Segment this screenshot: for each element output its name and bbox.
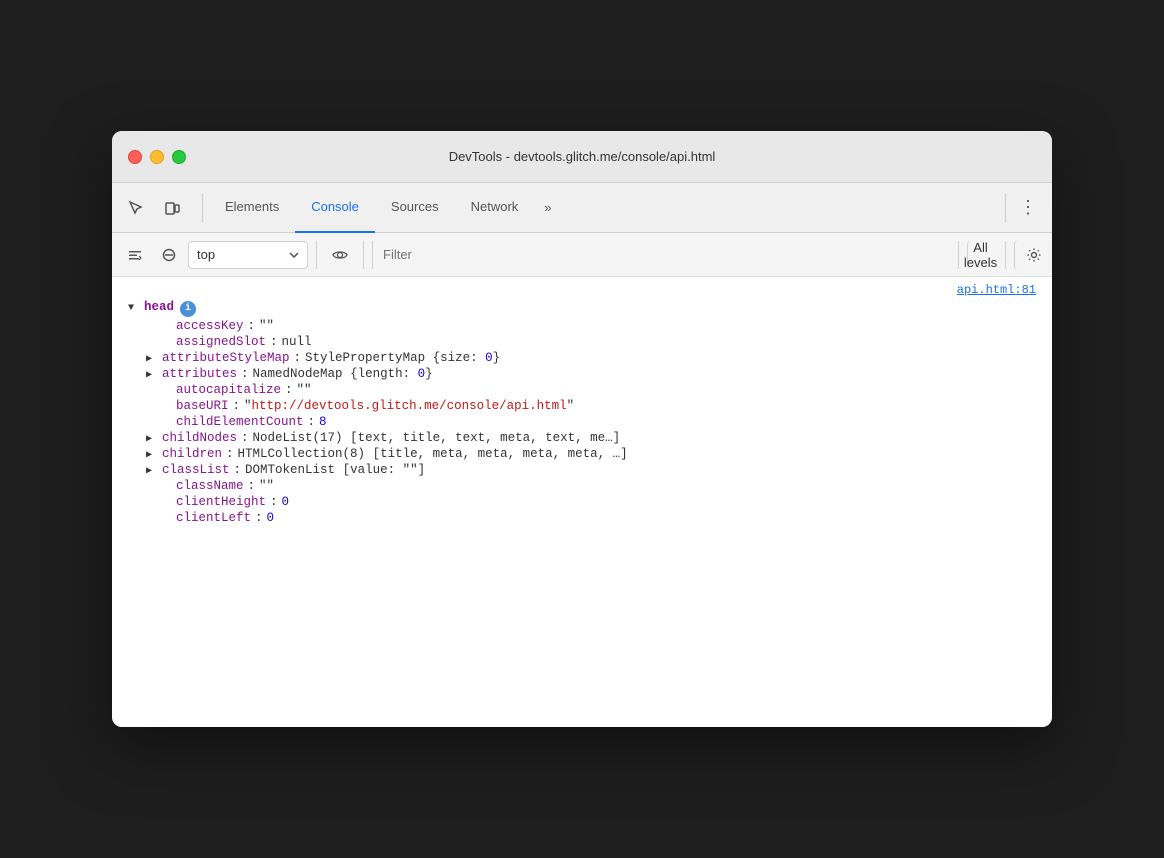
prop-key: autocapitalize	[176, 383, 281, 397]
close-button[interactable]	[128, 150, 142, 164]
eye-button[interactable]	[325, 240, 355, 270]
prop-value: 0	[282, 495, 290, 509]
prop-value: NodeList(17) [text, title, text, meta, t…	[253, 431, 621, 445]
console-toolbar: top All levels	[112, 233, 1052, 277]
prop-accessKey: accessKey : ""	[112, 318, 1052, 334]
prop-childNodes[interactable]: childNodes : NodeList(17) [text, title, …	[112, 430, 1052, 446]
prop-value: StylePropertyMap {size: 0}	[305, 351, 500, 365]
tab-more[interactable]: »	[534, 183, 561, 233]
prop-childElementCount: childElementCount : 8	[112, 414, 1052, 430]
prop-classList[interactable]: classList : DOMTokenList [value: ""]	[112, 462, 1052, 478]
prop-key: childElementCount	[176, 415, 304, 429]
devtools-tab-bar: Elements Console Sources Network » ⋮	[112, 183, 1052, 233]
prop-className: className : ""	[112, 478, 1052, 494]
prop-attributes[interactable]: attributes : NamedNodeMap {length: 0}	[112, 366, 1052, 382]
prop-value: HTMLCollection(8) [title, meta, meta, me…	[238, 447, 628, 461]
prop-key: className	[176, 479, 244, 493]
filter-separator4	[1005, 241, 1006, 269]
prop-key: attributeStyleMap	[162, 351, 290, 365]
prop-value: ""	[259, 479, 274, 493]
file-reference[interactable]: api.html:81	[112, 277, 1052, 299]
prop-key: classList	[162, 463, 230, 477]
minimize-button[interactable]	[150, 150, 164, 164]
prop-key: attributes	[162, 367, 237, 381]
head-object-header[interactable]: head i	[112, 299, 1052, 318]
prop-autocapitalize: autocapitalize : ""	[112, 382, 1052, 398]
head-key: head	[144, 300, 174, 314]
tab-separator	[202, 193, 203, 223]
context-value: top	[197, 247, 215, 262]
toolbar-icons	[120, 192, 188, 224]
prop-key: assignedSlot	[176, 335, 266, 349]
clear-console-button[interactable]	[120, 240, 150, 270]
prop-key: baseURI	[176, 399, 229, 413]
prop-value: ""	[259, 319, 274, 333]
expand-arrow-head[interactable]	[128, 303, 142, 314]
traffic-lights	[128, 150, 186, 164]
prop-value: null	[282, 335, 312, 349]
inspect-element-button[interactable]	[120, 192, 152, 224]
expand-arrow-attributeStyleMap[interactable]	[146, 353, 160, 365]
tab-console[interactable]: Console	[295, 183, 375, 233]
filter-input[interactable]	[372, 241, 950, 269]
filter-separator3	[958, 241, 959, 269]
prop-key: accessKey	[176, 319, 244, 333]
tab-sources[interactable]: Sources	[375, 183, 455, 233]
prop-key: clientHeight	[176, 495, 266, 509]
filter-separator2	[363, 241, 364, 269]
expand-arrow-children[interactable]	[146, 449, 160, 461]
prop-value: NamedNodeMap {length: 0}	[253, 367, 433, 381]
device-toolbar-button[interactable]	[156, 192, 188, 224]
expand-arrow-attributes[interactable]	[146, 369, 160, 381]
prop-value: 8	[319, 415, 327, 429]
right-separator	[1005, 193, 1006, 223]
baseURI-link[interactable]: http://devtools.glitch.me/console/api.ht…	[252, 399, 567, 413]
prop-value: ""	[297, 383, 312, 397]
context-selector[interactable]: top	[188, 241, 308, 269]
prop-children[interactable]: children : HTMLCollection(8) [title, met…	[112, 446, 1052, 462]
tabs-right: ⋮	[999, 192, 1044, 224]
prop-clientHeight: clientHeight : 0	[112, 494, 1052, 510]
prop-key: children	[162, 447, 222, 461]
expand-arrow-childNodes[interactable]	[146, 433, 160, 445]
prop-value: "http://devtools.glitch.me/console/api.h…	[244, 399, 574, 413]
prop-value: 0	[267, 511, 275, 525]
tab-elements[interactable]: Elements	[209, 183, 295, 233]
expand-arrow-classList[interactable]	[146, 465, 160, 477]
prop-baseURI: baseURI : "http://devtools.glitch.me/con…	[112, 398, 1052, 414]
tab-network[interactable]: Network	[455, 183, 535, 233]
prop-key: childNodes	[162, 431, 237, 445]
maximize-button[interactable]	[172, 150, 186, 164]
settings-button[interactable]	[1014, 240, 1044, 270]
levels-label: All levels	[964, 240, 997, 270]
console-output: api.html:81 head i accessKey : "" assign…	[112, 277, 1052, 727]
tabs-list: Elements Console Sources Network »	[209, 183, 999, 233]
title-bar: DevTools - devtools.glitch.me/console/ap…	[112, 131, 1052, 183]
info-badge[interactable]: i	[180, 301, 196, 317]
log-levels-button[interactable]: All levels	[967, 241, 997, 269]
more-options-button[interactable]: ⋮	[1012, 192, 1044, 224]
no-entry-button[interactable]	[154, 240, 184, 270]
prop-attributeStyleMap[interactable]: attributeStyleMap : StylePropertyMap {si…	[112, 350, 1052, 366]
prop-clientLeft: clientLeft : 0	[112, 510, 1052, 526]
window-title: DevTools - devtools.glitch.me/console/ap…	[449, 149, 716, 164]
devtools-window: DevTools - devtools.glitch.me/console/ap…	[112, 131, 1052, 727]
prop-value: DOMTokenList [value: ""]	[245, 463, 425, 477]
prop-key: clientLeft	[176, 511, 251, 525]
prop-assignedSlot: assignedSlot : null	[112, 334, 1052, 350]
filter-separator	[316, 241, 317, 269]
